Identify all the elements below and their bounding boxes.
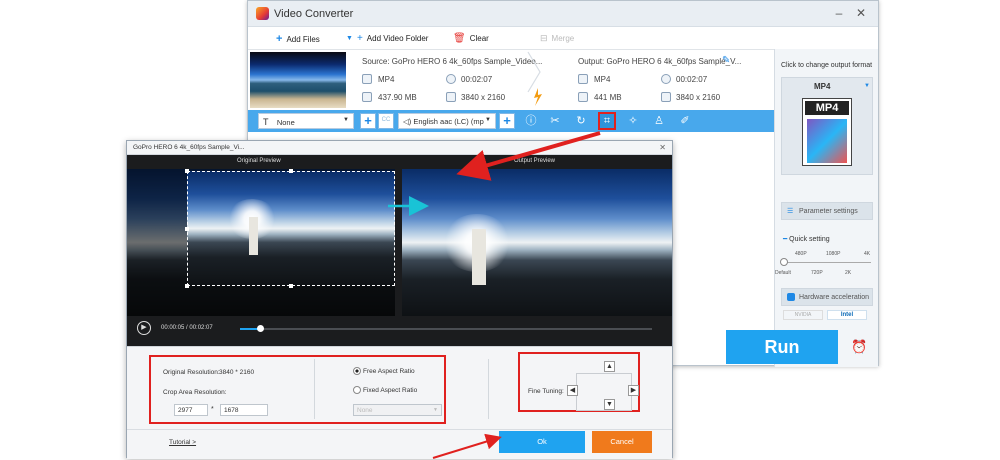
annotation-overlay [388, 131, 601, 459]
red-arrow-icon [456, 131, 601, 181]
red-arrow-icon [432, 433, 502, 459]
